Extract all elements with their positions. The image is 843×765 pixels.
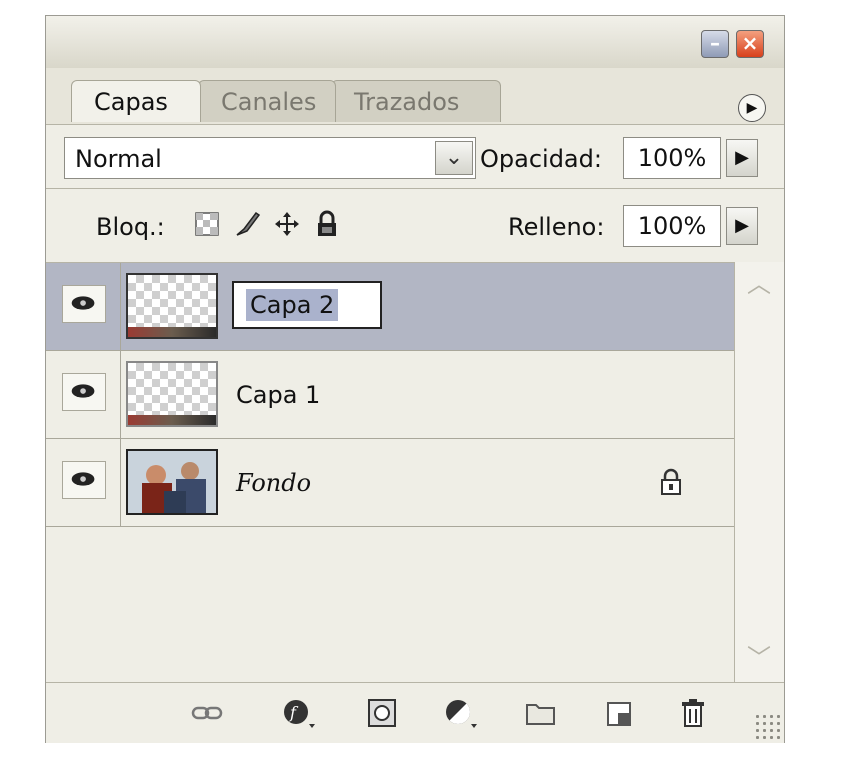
panel-menu-icon: ▶ bbox=[746, 100, 758, 116]
eye-icon bbox=[71, 296, 95, 310]
adjustment-layer-icon[interactable] bbox=[444, 697, 478, 729]
layer-mask-icon[interactable] bbox=[366, 697, 400, 729]
eye-icon bbox=[71, 384, 95, 398]
close-icon: × bbox=[741, 31, 759, 55]
opacity-label: Opacidad: bbox=[480, 145, 602, 173]
chevron-down-icon[interactable]: ⌄ bbox=[435, 141, 473, 175]
visibility-toggle[interactable] bbox=[62, 373, 106, 411]
layer-name: Fondo bbox=[236, 469, 312, 497]
new-group-icon[interactable] bbox=[524, 697, 558, 729]
layers-list: Capa 2 Capa 1 Fondo bbox=[46, 262, 734, 683]
tab-channels[interactable]: Canales bbox=[198, 80, 336, 122]
link-layers-icon[interactable] bbox=[190, 697, 224, 729]
minimize-button[interactable]: – bbox=[701, 30, 729, 58]
scroll-up-icon[interactable]: ︿ bbox=[743, 268, 775, 300]
layer-row[interactable]: Capa 1 bbox=[46, 351, 734, 439]
lock-row: Bloq.: Relleno: 100% ▶ bbox=[46, 188, 784, 263]
layer-name-input[interactable]: Capa 2 bbox=[232, 281, 382, 329]
eye-icon bbox=[71, 472, 95, 486]
panel-menu-button[interactable]: ▶ bbox=[738, 94, 766, 122]
divider bbox=[120, 439, 121, 527]
blend-mode-value: Normal bbox=[75, 145, 162, 173]
bottom-toolbar: f bbox=[46, 682, 784, 743]
resize-grip-icon[interactable] bbox=[754, 713, 780, 739]
new-layer-icon[interactable] bbox=[602, 697, 636, 729]
layer-thumbnail[interactable] bbox=[126, 273, 218, 339]
fill-label: Relleno: bbox=[508, 213, 605, 241]
trash-icon[interactable] bbox=[676, 697, 710, 729]
blend-row: Normal ⌄ Opacidad: 100% ▶ bbox=[46, 124, 784, 189]
lock-label: Bloq.: bbox=[96, 213, 165, 241]
blend-mode-select[interactable]: Normal ⌄ bbox=[64, 137, 476, 179]
lock-move-icon[interactable] bbox=[272, 209, 302, 239]
layer-thumbnail[interactable] bbox=[126, 361, 218, 427]
minimize-icon: – bbox=[710, 31, 720, 55]
opacity-field[interactable]: 100% bbox=[623, 137, 721, 179]
divider bbox=[120, 263, 121, 351]
tab-layers[interactable]: Capas bbox=[71, 80, 201, 122]
layer-name: Capa 1 bbox=[236, 381, 321, 409]
fill-slider-arrow[interactable]: ▶ bbox=[726, 207, 758, 245]
thumbnail-strip bbox=[128, 415, 216, 425]
lock-paint-icon[interactable] bbox=[232, 209, 262, 239]
layer-row[interactable]: Capa 2 bbox=[46, 263, 734, 351]
fill-field[interactable]: 100% bbox=[623, 205, 721, 247]
close-button[interactable]: × bbox=[736, 30, 764, 58]
photo-thumbnail-image bbox=[128, 451, 216, 513]
layers-scrollbar[interactable]: ︿ ﹀ bbox=[734, 262, 784, 682]
layer-style-icon[interactable]: f bbox=[282, 697, 316, 729]
lock-transparency-icon[interactable] bbox=[192, 209, 222, 239]
thumbnail-strip bbox=[128, 327, 216, 337]
opacity-slider-arrow[interactable]: ▶ bbox=[726, 139, 758, 177]
tab-paths[interactable]: Trazados bbox=[331, 80, 501, 122]
title-bar[interactable]: – × bbox=[46, 16, 784, 68]
divider bbox=[120, 351, 121, 439]
layer-name-text: Capa 2 bbox=[246, 289, 339, 321]
layer-thumbnail[interactable] bbox=[126, 449, 218, 515]
visibility-toggle[interactable] bbox=[62, 285, 106, 323]
scroll-down-icon[interactable]: ﹀ bbox=[743, 642, 775, 674]
layer-row[interactable]: Fondo bbox=[46, 439, 734, 527]
tab-bar: Capas Canales Trazados ▶ bbox=[46, 68, 784, 126]
layer-lock-icon bbox=[661, 468, 681, 495]
layers-panel: – × Capas Canales Trazados ▶ Normal ⌄ Op… bbox=[45, 15, 785, 743]
lock-all-icon[interactable] bbox=[312, 209, 342, 239]
visibility-toggle[interactable] bbox=[62, 461, 106, 499]
